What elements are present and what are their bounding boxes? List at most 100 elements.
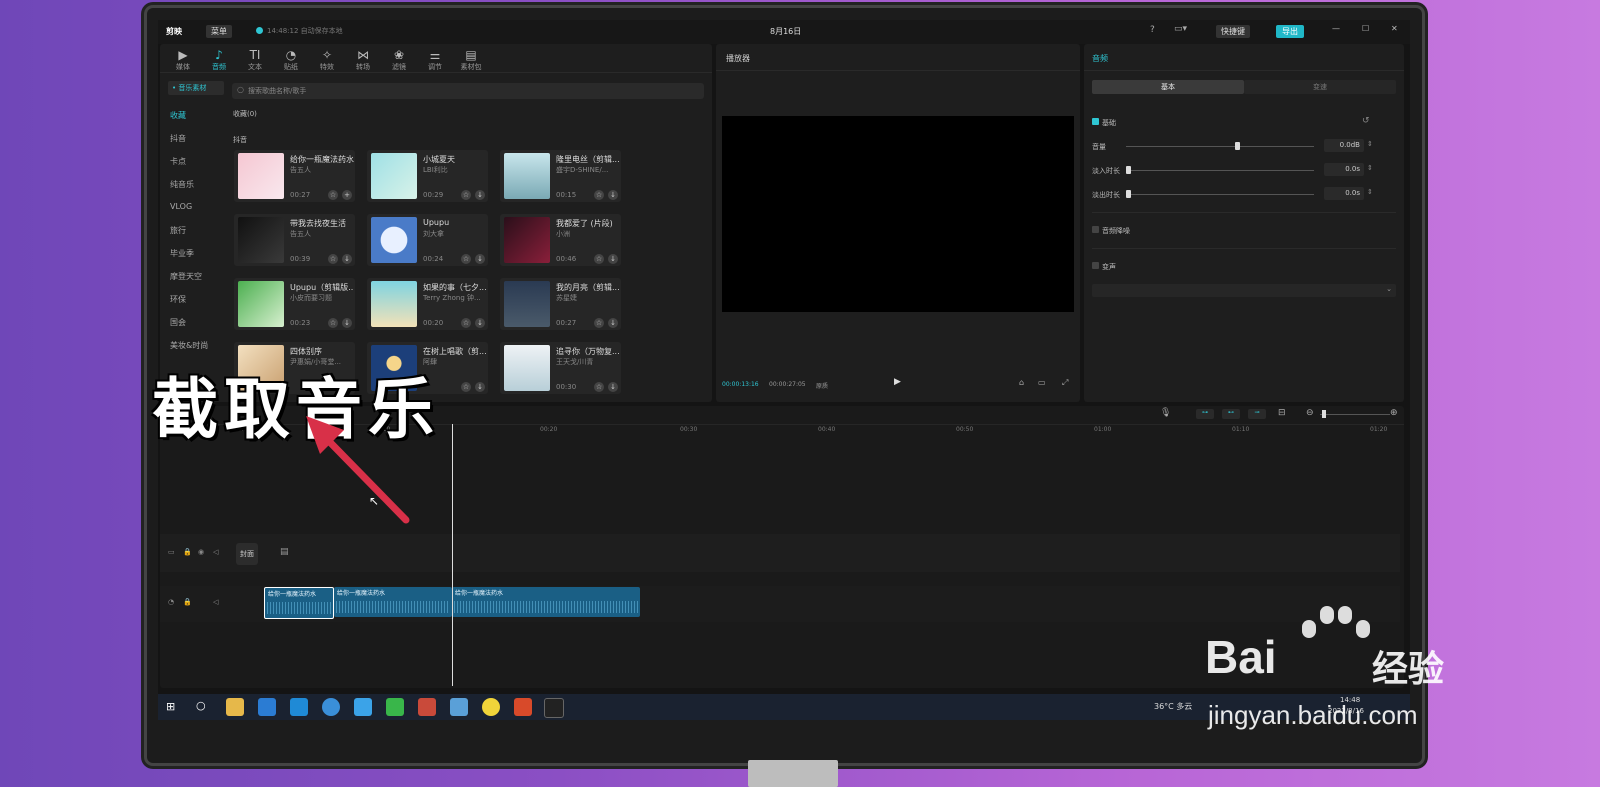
- track-video-icon[interactable]: ▭: [168, 548, 175, 556]
- snap-icon[interactable]: ⊶: [1196, 409, 1214, 419]
- favorite-star-icon[interactable]: ☆: [594, 318, 604, 328]
- minimize-icon[interactable]: —: [1332, 24, 1340, 33]
- ratio-icon[interactable]: ▭: [1038, 378, 1046, 387]
- favorite-star-icon[interactable]: ☆: [328, 254, 338, 264]
- zoom-in-icon[interactable]: ⊕: [1390, 408, 1398, 418]
- quality-select[interactable]: 原质: [816, 381, 828, 390]
- song-card[interactable]: 我的月亮（剪辑... 苏星婕 00:27 ☆ ↓: [500, 278, 621, 330]
- tab-audio[interactable]: ♪ 音频: [204, 48, 234, 72]
- song-card[interactable]: Upupu（剪辑版... 小皮而要习题 00:23 ☆ ↓: [234, 278, 355, 330]
- sogou-icon[interactable]: [322, 698, 340, 716]
- download-icon[interactable]: ↓: [608, 382, 618, 392]
- fadeout-slider[interactable]: [1126, 194, 1314, 195]
- microphone-icon[interactable]: 🎙: [1160, 408, 1171, 418]
- sidebar-item-modern-sky[interactable]: 摩登天空: [170, 271, 228, 282]
- download-icon[interactable]: ↓: [475, 382, 485, 392]
- tab-sticker[interactable]: ◔ 贴纸: [276, 48, 306, 72]
- play-icon[interactable]: ▶: [894, 377, 901, 387]
- notes-icon[interactable]: [450, 698, 468, 716]
- song-card[interactable]: 我都爱了 (片段) 小洲 00:46 ☆ ↓: [500, 214, 621, 266]
- explorer-icon[interactable]: [226, 698, 244, 716]
- voice-select[interactable]: ⌄: [1092, 284, 1396, 297]
- sidebar-item-favorites[interactable]: 收藏: [170, 110, 228, 121]
- sidebar-item-beauty[interactable]: 美妆&时尚: [170, 340, 228, 351]
- tab-effects[interactable]: ✧ 特效: [312, 48, 342, 72]
- tab-speed[interactable]: 变速: [1244, 80, 1396, 94]
- volume-slider-handle[interactable]: [1235, 142, 1241, 150]
- favorite-star-icon[interactable]: ☆: [461, 318, 471, 328]
- song-card[interactable]: 追寻你（万物复... 王天戈/川青 00:30 ☆ ↓: [500, 342, 621, 394]
- edge-icon[interactable]: [290, 698, 308, 716]
- office2-icon[interactable]: [514, 698, 532, 716]
- fadeout-slider-handle[interactable]: [1126, 190, 1131, 198]
- download-icon[interactable]: ↓: [342, 254, 352, 264]
- stepper-icon[interactable]: ⇕: [1367, 140, 1373, 148]
- sidebar-header[interactable]: • 音乐素材: [168, 81, 224, 95]
- favorite-star-icon[interactable]: ☆: [328, 190, 338, 200]
- mute-icon[interactable]: ◁: [213, 598, 218, 606]
- fadein-slider[interactable]: [1126, 170, 1314, 171]
- link-icon[interactable]: ⊷: [1222, 409, 1240, 419]
- audio-clip[interactable]: 给你一瓶魔法药水: [452, 587, 640, 617]
- favorite-star-icon[interactable]: ☆: [461, 254, 471, 264]
- favorite-star-icon[interactable]: ☆: [594, 382, 604, 392]
- sidebar-item-eco[interactable]: 环保: [170, 294, 228, 305]
- eye-icon[interactable]: ◉: [198, 548, 204, 556]
- export-button[interactable]: 导出: [1276, 25, 1304, 38]
- tab-template[interactable]: ▤ 素材包: [456, 48, 486, 72]
- tab-transition[interactable]: ⋈ 转场: [348, 48, 378, 72]
- download-icon[interactable]: ↓: [475, 190, 485, 200]
- lock-icon[interactable]: 🔒: [183, 548, 192, 556]
- app-yellow-icon[interactable]: [482, 698, 500, 716]
- center-icon[interactable]: ⊟: [1278, 408, 1286, 418]
- office-icon[interactable]: [418, 698, 436, 716]
- add-icon[interactable]: +: [342, 190, 352, 200]
- zoom-out-icon[interactable]: ⊖: [1306, 408, 1314, 418]
- zoom-slider[interactable]: [1320, 414, 1390, 415]
- menu-button[interactable]: 菜单: [206, 25, 232, 38]
- sidebar-item-vlog[interactable]: VLOG: [170, 202, 228, 211]
- help-icon[interactable]: ?: [1150, 25, 1155, 35]
- lock-icon[interactable]: 🔒: [183, 598, 192, 606]
- song-card[interactable]: 小城夏天 LBI利比 00:29 ☆ ↓: [367, 150, 488, 202]
- song-card[interactable]: 隆里电丝（剪辑... 盛宇D-SHINE/... 00:15 ☆ ↓: [500, 150, 621, 202]
- reset-icon[interactable]: ↺: [1362, 116, 1370, 126]
- cover-button[interactable]: 封面: [236, 543, 258, 565]
- tab-filter[interactable]: ❀ 滤镜: [384, 48, 414, 72]
- fadein-slider-handle[interactable]: [1126, 166, 1131, 174]
- layout-icon[interactable]: ▭▾: [1174, 24, 1187, 34]
- audio-clip[interactable]: 给你一瓶魔法药水: [334, 587, 452, 617]
- song-card[interactable]: Upupu 刘大拿 00:24 ☆ ↓: [367, 214, 488, 266]
- favorite-star-icon[interactable]: ☆: [594, 190, 604, 200]
- search-input[interactable]: ○ 搜索歌曲名称/歌手: [232, 83, 704, 99]
- download-icon[interactable]: ↓: [475, 318, 485, 328]
- basic-checkbox[interactable]: [1092, 118, 1099, 125]
- sidebar-item-douyin[interactable]: 抖音: [170, 133, 228, 144]
- browser2-icon[interactable]: [354, 698, 372, 716]
- voice-checkbox[interactable]: [1092, 262, 1099, 269]
- download-icon[interactable]: ↓: [608, 190, 618, 200]
- download-icon[interactable]: ↓: [608, 318, 618, 328]
- favorite-star-icon[interactable]: ☆: [328, 318, 338, 328]
- wechat-icon[interactable]: [386, 698, 404, 716]
- song-card[interactable]: 带我去找夜生活 告五人 00:39 ☆ ↓: [234, 214, 355, 266]
- favorite-star-icon[interactable]: ☆: [461, 382, 471, 392]
- waveform-icon[interactable]: ⌂: [1019, 378, 1024, 387]
- favorite-star-icon[interactable]: ☆: [461, 190, 471, 200]
- download-icon[interactable]: ↓: [608, 254, 618, 264]
- preview-axis-icon[interactable]: ⊸: [1248, 409, 1266, 419]
- close-icon[interactable]: ✕: [1391, 24, 1398, 33]
- fadein-value[interactable]: 0.0s: [1324, 163, 1364, 176]
- favorite-star-icon[interactable]: ☆: [594, 254, 604, 264]
- maximize-icon[interactable]: ☐: [1362, 24, 1369, 33]
- fullscreen-icon[interactable]: ⤢: [1062, 378, 1068, 388]
- tab-adjust[interactable]: ⚌ 调节: [420, 48, 450, 72]
- sidebar-item-pure[interactable]: 纯音乐: [170, 179, 228, 190]
- denoise-checkbox[interactable]: [1092, 226, 1099, 233]
- windows-start-icon[interactable]: ⊞: [166, 700, 175, 713]
- search-icon[interactable]: ○: [196, 699, 206, 712]
- download-icon[interactable]: ↓: [342, 318, 352, 328]
- volume-value[interactable]: 0.0dB: [1324, 139, 1364, 152]
- stepper-icon[interactable]: ⇕: [1367, 188, 1373, 196]
- sidebar-item-travel[interactable]: 旅行: [170, 225, 228, 236]
